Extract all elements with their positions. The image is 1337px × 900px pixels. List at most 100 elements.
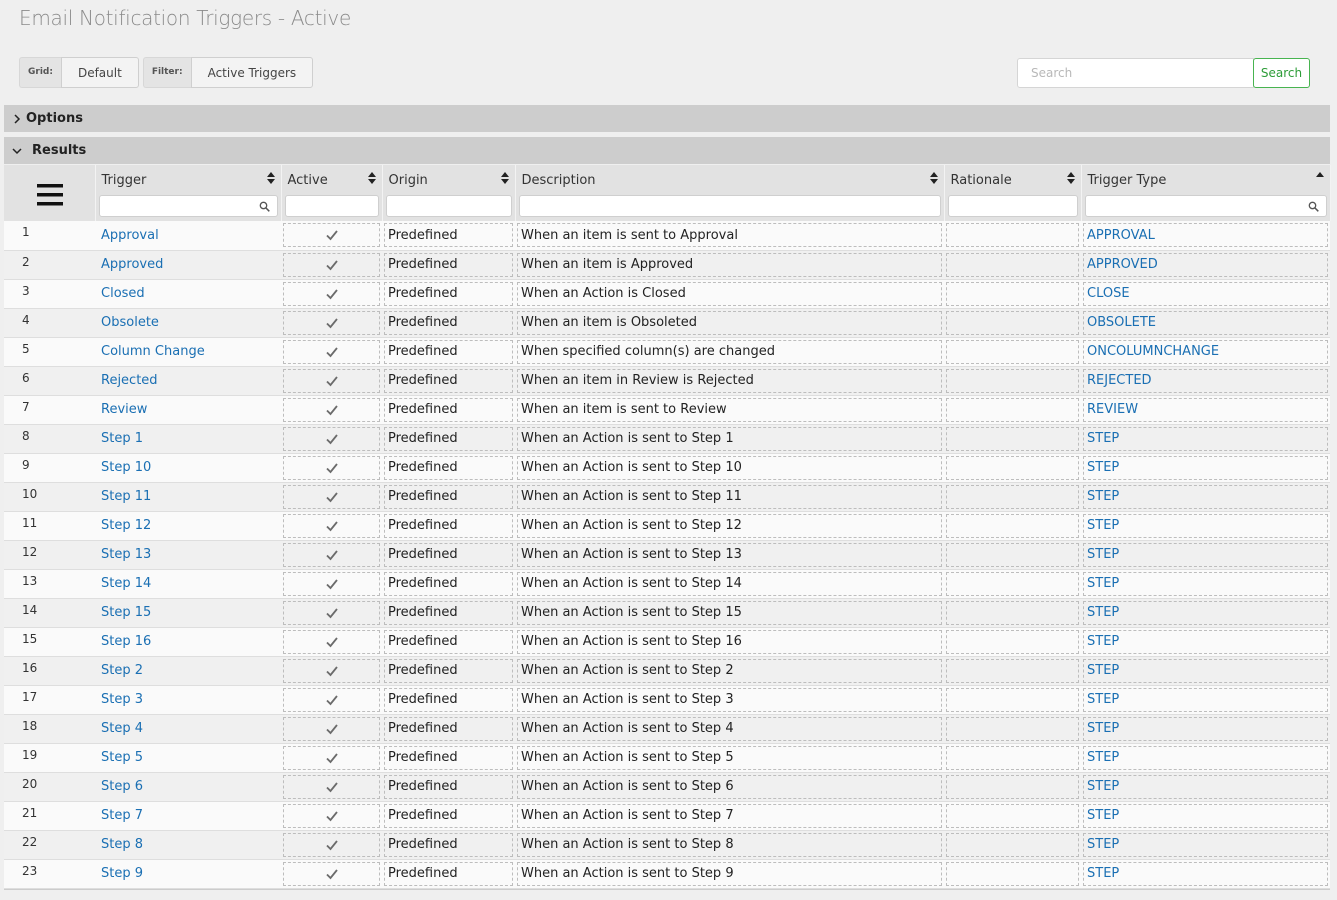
column-filter-input-origin[interactable] [385, 195, 512, 217]
trigger-link[interactable]: Step 16 [98, 634, 151, 649]
trigger-link[interactable]: Step 14 [98, 576, 151, 591]
origin-value: Predefined [384, 745, 513, 770]
sort-icon[interactable] [1066, 171, 1075, 185]
table-row[interactable]: 1 Approval Predefined When an item is sent … [4, 221, 1330, 251]
table-row[interactable]: 12 Step 13 Predefined When an Action is sen… [4, 540, 1330, 570]
checkmark-icon [325, 723, 338, 734]
table-row[interactable]: 16 Step 2 Predefined When an Action is sent… [4, 656, 1330, 686]
search-input[interactable] [1017, 58, 1254, 88]
row-number: 17 [4, 685, 95, 715]
trigger-cell: Review [95, 395, 281, 425]
description-cell: When an Action is sent to Step 7 [515, 801, 944, 831]
column-filter-input-trigger[interactable] [98, 195, 278, 217]
table-row[interactable]: 7 Review Predefined When an item is sent to… [4, 395, 1330, 425]
rationale-value [946, 310, 1079, 335]
table-row[interactable]: 5 Column Change Predefined When specified c… [4, 337, 1330, 367]
trigger-link[interactable]: Approved [98, 257, 163, 272]
trigger-link[interactable]: Step 5 [98, 750, 143, 765]
column-header-trigger[interactable]: Trigger [95, 165, 282, 221]
rationale-cell [944, 772, 1081, 802]
table-row[interactable]: 21 Step 7 Predefined When an Action is sent… [4, 801, 1330, 831]
sort-icon[interactable] [929, 171, 938, 185]
column-header-trigger-type[interactable]: Trigger Type [1081, 165, 1331, 221]
trigger-type-cell: OBSOLETE [1081, 308, 1330, 338]
origin-cell: Predefined [382, 424, 515, 454]
trigger-link[interactable]: Step 8 [98, 837, 143, 852]
table-row[interactable]: 13 Step 14 Predefined When an Action is sen… [4, 569, 1330, 599]
description-cell: When an Action is sent to Step 16 [515, 627, 944, 657]
column-filter-input-rationale[interactable] [947, 195, 1078, 217]
trigger-link[interactable]: Step 3 [98, 692, 143, 707]
column-header-active[interactable]: Active [281, 165, 383, 221]
column-header-origin[interactable]: Origin [382, 165, 516, 221]
trigger-link[interactable]: Closed [98, 286, 145, 301]
table-row[interactable]: 4 Obsolete Predefined When an item is Obsol… [4, 308, 1330, 338]
table-row[interactable]: 19 Step 5 Predefined When an Action is sent… [4, 743, 1330, 773]
column-header-rationale[interactable]: Rationale [944, 165, 1082, 221]
trigger-link[interactable]: Step 11 [98, 489, 151, 504]
trigger-link[interactable]: Step 6 [98, 779, 143, 794]
table-row[interactable]: 9 Step 10 Predefined When an Action is sent… [4, 453, 1330, 483]
sort-icon[interactable] [500, 171, 509, 185]
trigger-link[interactable]: Step 9 [98, 866, 143, 881]
trigger-link[interactable]: Column Change [98, 344, 205, 359]
trigger-link[interactable]: Step 15 [98, 605, 151, 620]
rationale-value [946, 339, 1079, 364]
sort-icon[interactable] [266, 171, 275, 185]
trigger-type-value: STEP [1083, 571, 1328, 596]
trigger-link[interactable]: Step 7 [98, 808, 143, 823]
table-row[interactable]: 23 Step 9 Predefined When an Action is sent… [4, 859, 1330, 889]
origin-value: Predefined [384, 861, 513, 886]
table-row[interactable]: 3 Closed Predefined When an Action is Close… [4, 279, 1330, 309]
trigger-link[interactable]: Approval [98, 228, 159, 243]
trigger-link[interactable]: Step 10 [98, 460, 151, 475]
trigger-link[interactable]: Rejected [98, 373, 158, 388]
column-filter-input-description[interactable] [518, 195, 941, 217]
options-panel-toggle[interactable]: Options [4, 105, 1330, 132]
description-value: When an item is sent to Approval [517, 223, 942, 248]
trigger-link[interactable]: Step 1 [98, 431, 143, 446]
column-header-description[interactable]: Description [515, 165, 945, 221]
trigger-cell: Step 5 [95, 743, 281, 773]
table-row[interactable]: 8 Step 1 Predefined When an Action is sent … [4, 424, 1330, 454]
table-row[interactable]: 6 Rejected Predefined When an item in Revie… [4, 366, 1330, 396]
filter-dropdown-button[interactable]: Active Triggers [190, 57, 314, 88]
table-row[interactable]: 18 Step 4 Predefined When an Action is sent… [4, 714, 1330, 744]
description-value: When an Action is sent to Step 13 [517, 542, 942, 567]
trigger-link[interactable]: Obsolete [98, 315, 159, 330]
sort-ascending-icon[interactable] [1315, 171, 1324, 185]
hamburger-menu-icon[interactable] [37, 184, 63, 206]
trigger-type-value: STEP [1083, 426, 1328, 451]
search-bar: Search [1017, 58, 1310, 88]
chevron-right-icon [14, 113, 21, 124]
table-row[interactable]: 20 Step 6 Predefined When an Action is sent… [4, 772, 1330, 802]
column-filter-input-active[interactable] [284, 195, 379, 217]
trigger-link[interactable]: Step 2 [98, 663, 143, 678]
trigger-link[interactable]: Review [98, 402, 147, 417]
grid-selector: Grid: Default [19, 57, 139, 88]
trigger-type-value: STEP [1083, 745, 1328, 770]
results-panel-toggle[interactable]: Results [4, 137, 1330, 164]
table-row[interactable]: 10 Step 11 Predefined When an Action is sen… [4, 482, 1330, 512]
table-row[interactable]: 14 Step 15 Predefined When an Action is sen… [4, 598, 1330, 628]
table-row[interactable]: 22 Step 8 Predefined When an Action is sent… [4, 830, 1330, 860]
search-button[interactable]: Search [1253, 58, 1310, 88]
trigger-link[interactable]: Step 13 [98, 547, 151, 562]
rationale-value [946, 716, 1079, 741]
table-row[interactable]: 17 Step 3 Predefined When an Action is sent… [4, 685, 1330, 715]
grid-dropdown-button[interactable]: Default [60, 57, 139, 88]
table-row[interactable]: 2 Approved Predefined When an item is Appro… [4, 250, 1330, 280]
active-cell [281, 337, 382, 367]
trigger-link[interactable]: Step 12 [98, 518, 151, 533]
trigger-link[interactable]: Step 4 [98, 721, 143, 736]
table-row[interactable]: 11 Step 12 Predefined When an Action is sen… [4, 511, 1330, 541]
description-cell: When an Action is sent to Step 2 [515, 656, 944, 686]
rationale-cell [944, 250, 1081, 280]
table-row[interactable]: 15 Step 16 Predefined When an Action is sen… [4, 627, 1330, 657]
sort-icon[interactable] [367, 171, 376, 185]
origin-cell: Predefined [382, 250, 515, 280]
origin-value: Predefined [384, 832, 513, 857]
trigger-type-value: STEP [1083, 687, 1328, 712]
column-filter-input-trigger-type[interactable] [1084, 195, 1327, 217]
trigger-type-value: APPROVAL [1083, 223, 1328, 248]
